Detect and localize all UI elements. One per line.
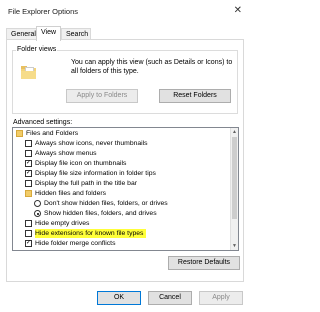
scroll-thumb[interactable]	[232, 137, 237, 219]
ok-button[interactable]: OK	[97, 291, 141, 305]
checkbox[interactable]	[25, 220, 32, 227]
apply-to-folders-button[interactable]: Apply to Folders	[66, 89, 138, 103]
scroll-up-icon[interactable]: ▲	[231, 128, 238, 136]
folder-views-label: Folder views	[16, 46, 58, 53]
window-title: File Explorer Options	[8, 7, 79, 16]
tab-view[interactable]: View	[36, 26, 61, 41]
folder-icon	[25, 190, 32, 197]
title-bar: File Explorer Options ✕	[0, 0, 250, 22]
reset-folders-button[interactable]: Reset Folders	[159, 89, 231, 103]
scroll-down-icon[interactable]: ▼	[231, 242, 238, 250]
checkbox-checked[interactable]: ✓	[25, 170, 32, 177]
radio-button[interactable]	[34, 200, 41, 207]
checkbox-checked[interactable]: ✓	[25, 240, 32, 247]
view-tab-panel: Folder views You can apply this view (su…	[6, 39, 244, 282]
folder-views-group: Folder views You can apply this view (su…	[12, 46, 238, 114]
advanced-settings-label: Advanced settings:	[13, 119, 73, 126]
close-icon[interactable]: ✕	[234, 5, 242, 16]
cancel-button[interactable]: Cancel	[148, 291, 192, 305]
apply-button[interactable]: Apply	[199, 291, 243, 305]
checkbox[interactable]	[25, 180, 32, 187]
radio-button-selected[interactable]	[34, 210, 41, 217]
folder-views-description: You can apply this view (such as Details…	[71, 59, 233, 75]
checkbox-checked[interactable]: ✓	[25, 160, 32, 167]
vertical-scrollbar[interactable]: ▲ ▼	[230, 128, 238, 250]
advanced-settings-list[interactable]: Files and Folders Always show icons, nev…	[12, 127, 239, 251]
checkbox[interactable]	[25, 150, 32, 157]
folder-icon	[21, 66, 36, 79]
folder-icon	[16, 130, 23, 137]
checkbox[interactable]	[25, 140, 32, 147]
restore-defaults-button[interactable]: Restore Defaults	[168, 256, 240, 270]
checkbox[interactable]	[25, 230, 32, 237]
